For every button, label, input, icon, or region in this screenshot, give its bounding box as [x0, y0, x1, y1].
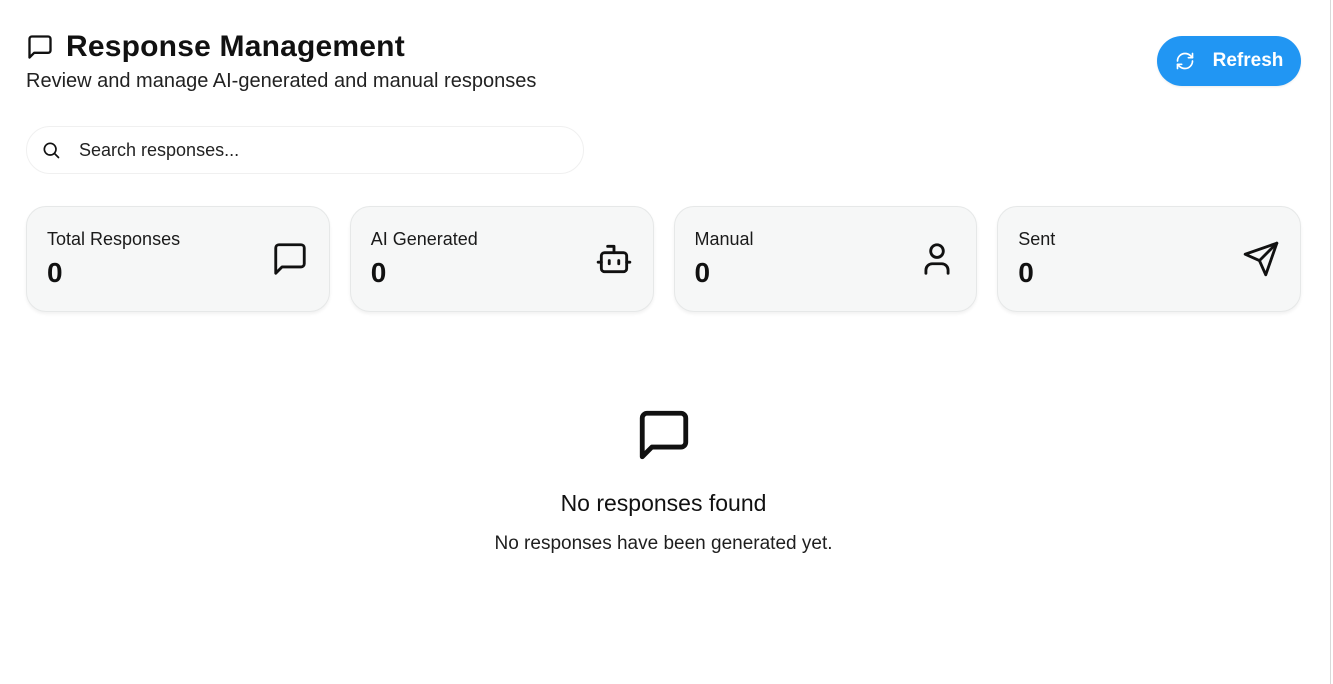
search-bar [26, 126, 584, 174]
stat-card-manual: Manual 0 [673, 206, 978, 312]
stat-card-sent: Sent 0 [997, 206, 1301, 312]
stat-value: 0 [47, 257, 63, 288]
send-icon [1242, 240, 1280, 278]
stat-label: Sent [1018, 229, 1056, 249]
empty-state-text: No responses have been generated yet. [494, 533, 833, 554]
refresh-button[interactable]: Refresh [1157, 36, 1301, 86]
stat-label: Manual [694, 229, 754, 249]
search-input[interactable] [77, 138, 541, 162]
stat-label: AI Generated [370, 229, 478, 249]
stat-label: Total Responses [47, 229, 181, 249]
stat-value: 0 [370, 257, 387, 288]
message-square-icon [26, 33, 54, 61]
stat-card-ai-generated: AI Generated 0 [349, 206, 654, 312]
empty-state-title: No responses found [560, 490, 767, 516]
stat-value: 0 [694, 257, 711, 288]
page-header: Response Management Review and manage AI… [26, 28, 1301, 98]
message-square-icon [271, 240, 309, 278]
bot-icon [595, 240, 633, 278]
page-title: Response Management [66, 30, 405, 63]
user-icon [918, 240, 956, 278]
scrollbar-edge [1330, 0, 1331, 684]
message-square-icon [0, 406, 1327, 464]
response-management-page: Response Management Review and manage AI… [0, 0, 1333, 684]
title-row: Response Management [26, 28, 1301, 66]
stat-card-total-responses: Total Responses 0 [26, 206, 330, 312]
search-icon [41, 140, 61, 160]
refresh-icon [1175, 51, 1195, 71]
empty-state: No responses found No responses have bee… [0, 406, 1327, 555]
stat-value: 0 [1018, 257, 1034, 288]
page-subtitle: Review and manage AI-generated and manua… [26, 70, 537, 92]
refresh-button-label: Refresh [1212, 50, 1284, 71]
stats-row: Total Responses 0 AI Generated 0 Manual … [26, 206, 1301, 312]
